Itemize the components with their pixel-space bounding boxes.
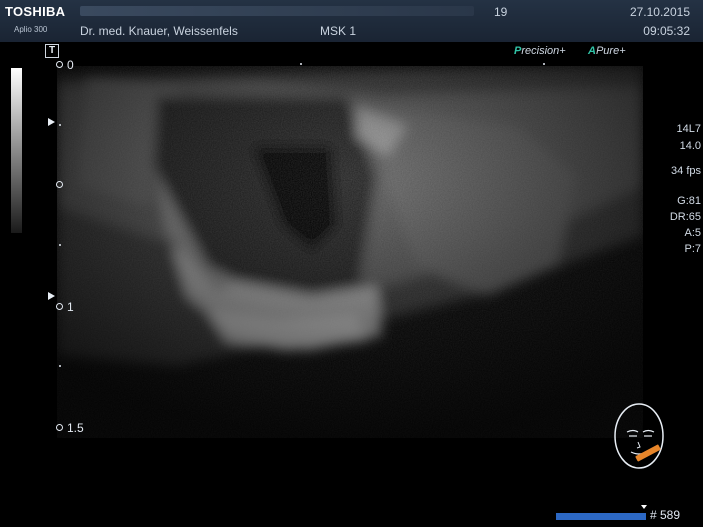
header-bar: TOSHIBA Aplio 300 19 27.10.2015 Dr. med.… (0, 0, 703, 42)
face-body-mark-icon (614, 403, 664, 469)
dynamic-range-label: DR:65 (669, 211, 701, 223)
preset-label: MSK 1 (320, 24, 357, 38)
time-label: 09:05:32 (643, 24, 690, 38)
counter-label: 19 (494, 5, 508, 19)
focus-marker (48, 292, 55, 300)
depth-tick (59, 244, 61, 246)
brand-label: TOSHIBA (5, 4, 66, 19)
gain-label: G:81 (677, 195, 701, 207)
top-tick (300, 63, 302, 65)
t-icon[interactable]: T (45, 44, 59, 58)
date-label: 27.10.2015 (629, 5, 690, 19)
model-label: Aplio 300 (14, 25, 48, 34)
depth-dot-0 (56, 61, 63, 68)
focus-marker (48, 118, 55, 126)
pure-label: APure+ (588, 45, 626, 57)
ultrasound-image (57, 66, 643, 438)
top-tick (543, 63, 545, 65)
precision-label: Precision+ (514, 45, 566, 57)
depth-tick (59, 365, 61, 367)
depth-dot-05 (56, 181, 63, 188)
p-label: P:7 (684, 243, 701, 255)
a-label: A:5 (684, 227, 701, 239)
freq-label: 14.0 (679, 140, 701, 152)
probe-label: 14L7 (676, 123, 701, 135)
fps-label: 34 fps (671, 165, 701, 177)
pure-text: Pure+ (595, 45, 626, 57)
depth-label-1: 1 (67, 300, 74, 314)
pure-prefix: A (588, 45, 596, 57)
precision-text: recision+ (521, 45, 566, 57)
doctor-label: Dr. med. Knauer, Weissenfels (80, 24, 238, 38)
cine-progress-bar[interactable] (556, 513, 646, 520)
depth-dot-1 (56, 303, 63, 310)
depth-dot-15 (56, 424, 63, 431)
frame-number-label: # 589 (650, 508, 681, 522)
cine-position-marker[interactable] (641, 505, 647, 509)
greyscale-bar (11, 68, 22, 233)
depth-tick (59, 124, 61, 126)
depth-label-15: 1.5 (67, 421, 84, 435)
depth-label-0: 0 (67, 58, 74, 72)
title-bar (80, 6, 474, 16)
